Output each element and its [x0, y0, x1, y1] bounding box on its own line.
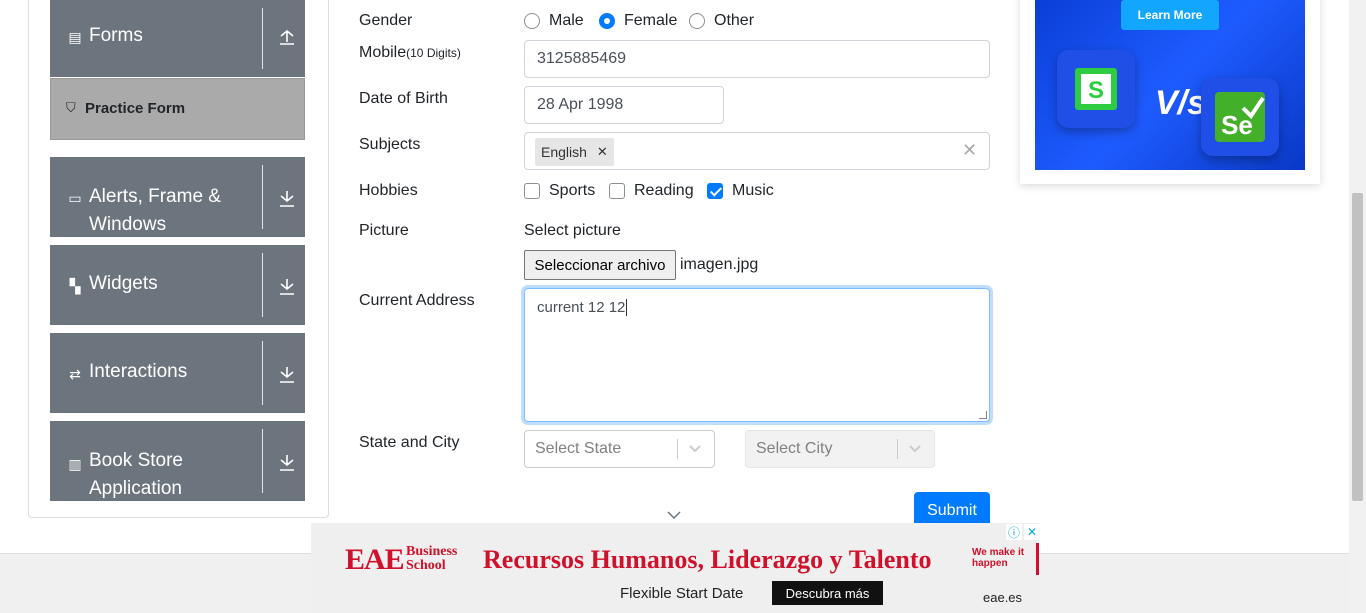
checkbox-icon [609, 183, 625, 199]
banner-domain: eae.es [983, 590, 1023, 605]
divider [262, 165, 263, 229]
subject-chip: English ✕ [535, 138, 614, 166]
radio-icon [689, 13, 705, 29]
mobile-label: Mobile(10 Digits) [359, 44, 461, 62]
banner-subline: Flexible Start Date [620, 585, 744, 602]
checkbox-icon [524, 183, 540, 199]
chevron-down-icon [908, 441, 922, 460]
divider [262, 429, 263, 493]
subject-chip-label: English [541, 144, 587, 160]
selenium-logo: Se [1201, 78, 1279, 156]
gender-label: Gender [359, 12, 413, 29]
state-city-label: State and City [359, 434, 460, 451]
window-icon: ▭ [68, 190, 82, 206]
city-placeholder: Select City [756, 440, 833, 457]
versus-text: V/s [1155, 84, 1207, 122]
hobby-checkbox-sports[interactable]: Sports [524, 182, 595, 200]
banner-cta-button[interactable]: Descubra más [772, 581, 883, 605]
state-select[interactable]: Select State [524, 430, 715, 468]
dob-input[interactable]: 28 Apr 1998 [524, 86, 724, 124]
divider [1036, 543, 1039, 575]
checkbox-checked-icon [707, 183, 723, 199]
sidebar-group-label: Book Store Application [89, 450, 183, 499]
form-icon: ▤ [68, 29, 82, 45]
sidebar-item-practice-form[interactable]: ⛉ Practice Form [50, 78, 305, 140]
sidebar-group-alerts[interactable]: ▭ Alerts, Frame & Windows [50, 157, 305, 237]
radio-label: Male [549, 12, 584, 29]
banner-ad[interactable]: EAE Business School Recursos Humanos, Li… [311, 523, 1039, 613]
divider [897, 439, 898, 459]
text-cursor [626, 299, 628, 316]
city-select[interactable]: Select City [745, 430, 935, 468]
gender-radio-other[interactable]: Other [689, 12, 754, 30]
checkbox-label: Music [732, 182, 774, 199]
ad-close-icon[interactable]: ✕ [1024, 524, 1040, 540]
side-ad-image[interactable]: Learn More S V/s Se [1035, 0, 1305, 170]
divider [262, 341, 263, 405]
radio-label: Other [714, 12, 755, 29]
gender-radio-female[interactable]: Female [599, 12, 677, 30]
katalon-logo: S [1057, 50, 1135, 128]
books-icon: ▥ [68, 456, 82, 472]
expand-arrow-icon[interactable] [278, 366, 296, 389]
radio-selected-icon [599, 13, 615, 29]
sidebar-group-forms[interactable]: ▤ Forms [50, 0, 305, 77]
state-placeholder: Select State [535, 440, 622, 457]
sidebar-group-label: Interactions [89, 361, 188, 382]
choose-file-button[interactable]: Seleccionar archivo [524, 250, 676, 280]
banner-motto: We make it happen [972, 547, 1025, 569]
divider [262, 8, 263, 69]
ad-info-icon[interactable]: ⓘ [1006, 524, 1022, 540]
picture-label: Picture [359, 222, 409, 239]
interactions-icon: ⇄ [69, 366, 81, 382]
eae-logo: EAE Business School [345, 543, 457, 577]
svg-text:S: S [1088, 77, 1104, 104]
chevron-down-icon [688, 441, 702, 460]
mobile-hint: (10 Digits) [406, 46, 461, 60]
mobile-input[interactable]: 3125885469 [524, 40, 990, 78]
widgets-icon: ▚ [69, 278, 81, 294]
remove-chip-icon[interactable]: ✕ [597, 144, 608, 160]
sidebar-group-label: Alerts, Frame & Windows [89, 186, 221, 235]
eae-brand: EAE [345, 543, 405, 576]
scrollbar-thumb[interactable] [1352, 193, 1363, 501]
radio-icon [524, 13, 540, 29]
sidebar-group-label: Widgets [89, 273, 158, 294]
divider [677, 439, 678, 459]
subjects-label: Subjects [359, 136, 421, 153]
sidebar-group-book-store[interactable]: ▥ Book Store Application [50, 421, 305, 501]
sidebar-item-label: Practice Form [85, 100, 186, 117]
sidebar-group-interactions[interactable]: ⇄ Interactions [50, 333, 305, 413]
gender-radio-male[interactable]: Male [524, 12, 584, 30]
picture-hint: Select picture [524, 222, 621, 239]
mobile-label-text: Mobile [359, 44, 407, 61]
expand-arrow-icon[interactable] [278, 454, 296, 477]
file-name: imagen.jpg [680, 256, 759, 273]
sidebar-group-widgets[interactable]: ▚ Widgets [50, 245, 305, 325]
clear-icon[interactable]: ✕ [962, 140, 977, 161]
resize-handle-icon[interactable] [979, 411, 987, 419]
checkbox-label: Reading [634, 182, 694, 199]
hobbies-label: Hobbies [359, 182, 418, 199]
html5-icon: ⛉ [66, 100, 76, 115]
collapse-arrow-icon[interactable] [278, 28, 296, 51]
address-label: Current Address [359, 292, 475, 309]
divider [262, 253, 263, 317]
learn-more-button[interactable]: Learn More [1121, 0, 1219, 30]
expand-arrow-icon[interactable] [278, 278, 296, 301]
checkbox-label: Sports [549, 182, 596, 199]
ad-controls: ⓘ ✕ [1006, 524, 1040, 540]
address-text: current 12 12 [537, 299, 626, 316]
hobby-checkbox-music[interactable]: Music [707, 182, 774, 200]
sidebar-group-label: Forms [89, 25, 143, 46]
page: ▤ Forms ⛉ Practice Form ▭ Alerts, Frame … [0, 0, 1366, 613]
radio-label: Female [624, 12, 678, 29]
hobby-checkbox-reading[interactable]: Reading [609, 182, 694, 200]
banner-headline: Recursos Humanos, Liderazgo y Talento [483, 545, 932, 574]
address-textarea[interactable]: current 12 12 [524, 288, 990, 422]
dob-label: Date of Birth [359, 90, 448, 107]
expand-arrow-icon[interactable] [278, 190, 296, 213]
eae-brand-sub: Business School [406, 544, 458, 573]
